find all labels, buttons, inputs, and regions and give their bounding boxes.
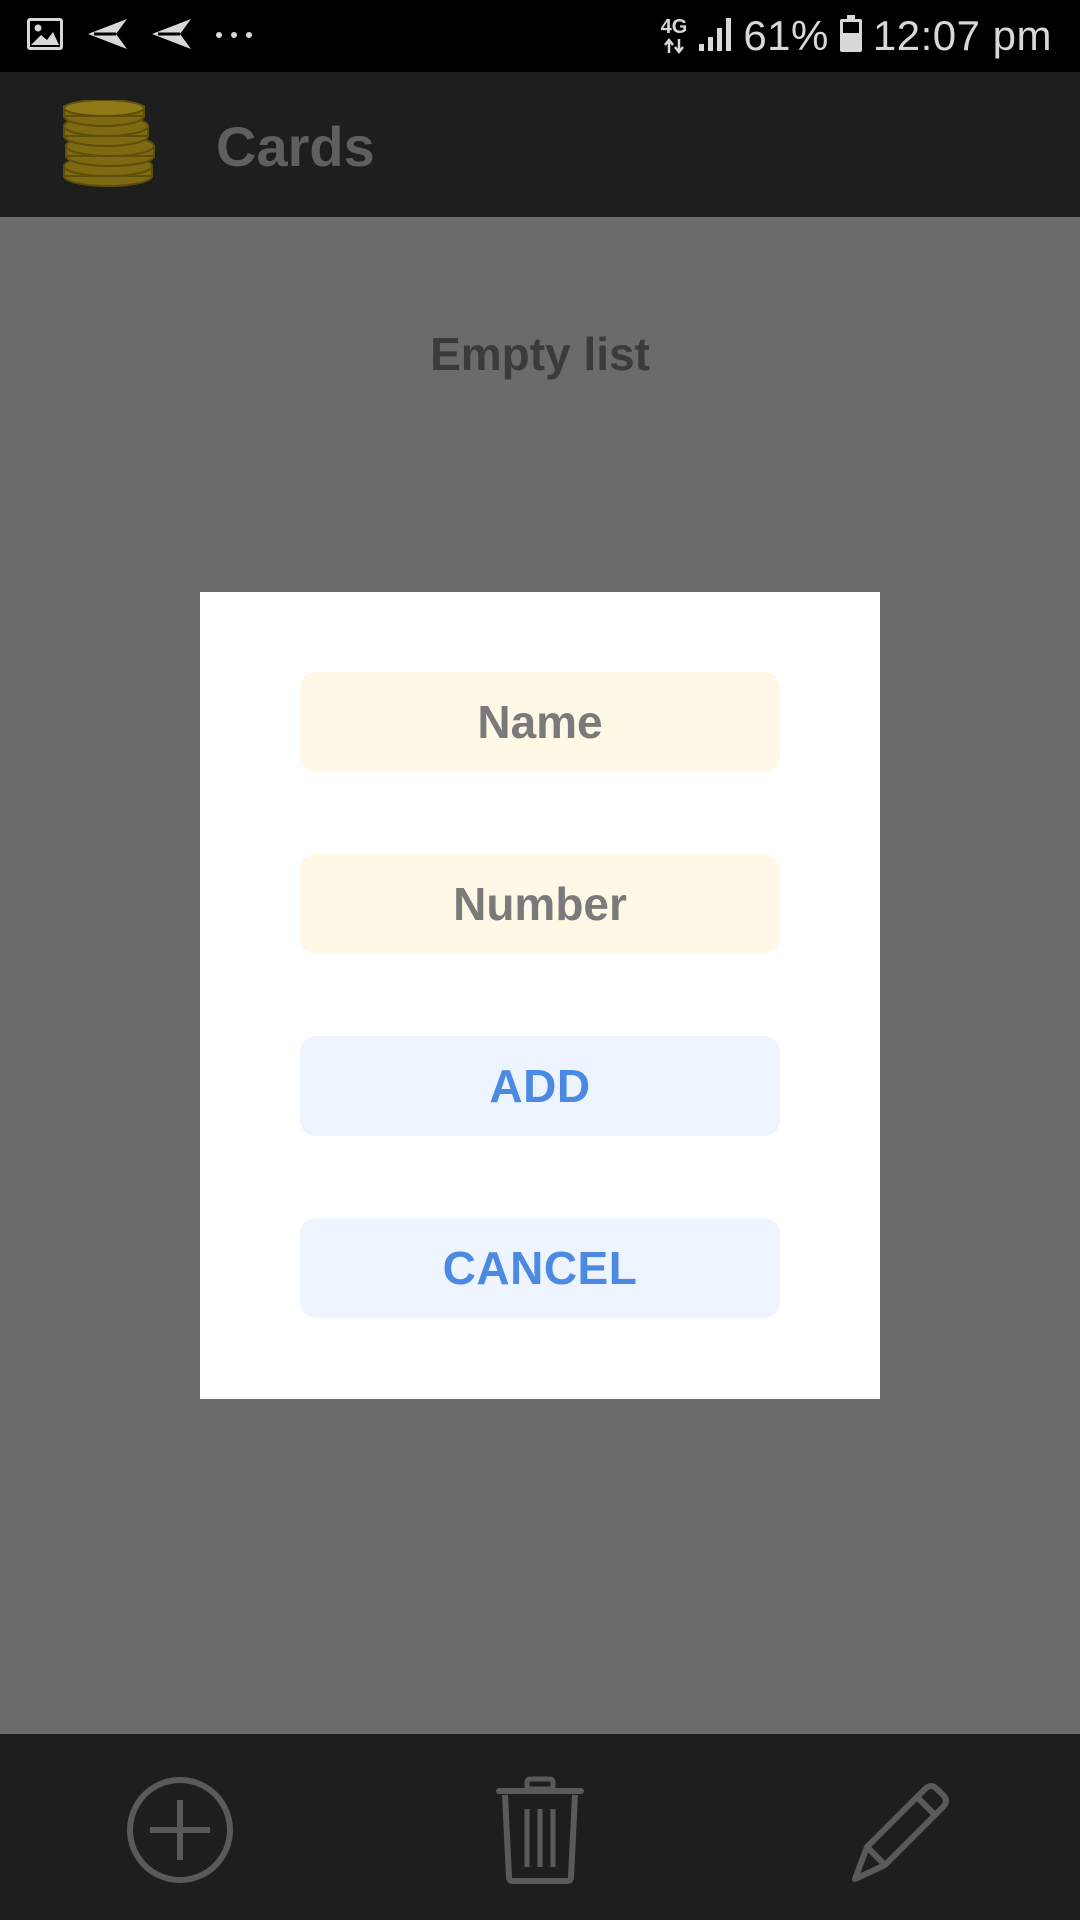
network-type: 4G (660, 16, 688, 38)
cancel-button[interactable]: CANCEL (300, 1218, 780, 1318)
add-card-dialog: ADD CANCEL (200, 592, 880, 1399)
status-right: 4G 61% 12:07 pm (651, 12, 1052, 60)
add-circle-icon (127, 1777, 233, 1883)
send-icon (150, 17, 192, 56)
trash-icon (496, 1776, 584, 1884)
signal-icon (697, 16, 733, 57)
pencil-icon (852, 1783, 949, 1882)
clock: 12:07 pm (872, 12, 1052, 59)
status-bar: 4G 61% 12:07 pm (0, 0, 1080, 72)
more-dots-icon (214, 27, 254, 45)
empty-list-message: Empty list (430, 328, 650, 380)
add-button[interactable]: ADD (300, 1036, 780, 1136)
app-bar: Cards (0, 72, 1080, 217)
send-icon (86, 17, 128, 56)
edit-button[interactable] (840, 1770, 960, 1890)
status-left (26, 17, 276, 56)
image-icon (26, 17, 64, 56)
bottom-toolbar (0, 1734, 1080, 1920)
battery-icon (839, 14, 863, 58)
number-field[interactable] (300, 854, 780, 954)
data-arrows-icon: 4G (660, 16, 688, 55)
delete-button[interactable] (480, 1770, 600, 1890)
app-title: Cards (216, 115, 375, 178)
add-button-bottom[interactable] (120, 1770, 240, 1890)
battery-percent: 61% (743, 12, 829, 59)
coin-stack-icon (58, 99, 158, 190)
name-field[interactable] (300, 672, 780, 772)
